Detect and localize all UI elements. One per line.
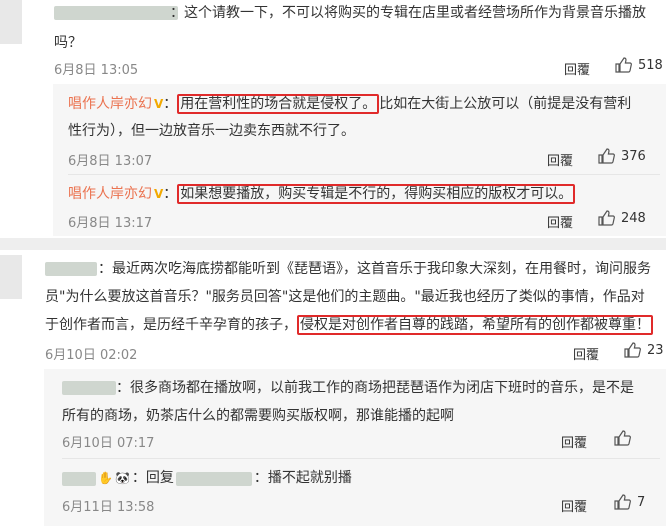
reply-text-line2: 性行为），但一边放音乐一边卖东西就不行了。: [68, 123, 355, 139]
like-count: 7: [637, 494, 646, 510]
thumbs-up-icon: [624, 342, 641, 358]
reply-button[interactable]: 回覆: [564, 59, 590, 78]
reply-button[interactable]: 回覆: [561, 496, 587, 515]
blurred-username[interactable]: [45, 262, 97, 276]
reply-time: 6月8日 13:07: [68, 154, 153, 169]
thumbs-up-icon: [614, 430, 631, 446]
avatar[interactable]: [0, 0, 22, 44]
comment-time: 6月10日 02:02: [45, 348, 138, 363]
like-count: 23: [647, 342, 664, 358]
reply-prefix: ：回复: [131, 470, 174, 486]
comment-text-line2: 吗？: [54, 35, 82, 51]
comment-text-line2: 员"为什么要放这首音乐？"服务员回答"这是他们的主题曲。"最近我也经历了类似的事…: [45, 289, 645, 305]
blurred-username[interactable]: [62, 471, 96, 486]
comment-text-line3: 于创作者而言，是历经千辛孕育的孩子， 侵权是对创作者自尊的践踏，希望所有的创作都被…: [45, 313, 653, 338]
highlighted-text: 如果想要播放，购买专辑是不行的，得购买相应的版权才可以。: [177, 184, 576, 204]
like-button[interactable]: 518: [615, 57, 663, 73]
comment-text-part: 于创作者而言，是历经千辛孕育的孩子，: [45, 317, 297, 333]
like-count: 376: [621, 148, 646, 164]
divider: [62, 458, 660, 459]
reply-button[interactable]: 回覆: [547, 150, 573, 169]
section-separator: [0, 238, 666, 250]
reply-text: ：很多商场都在播放啊，以前我工作的商场把琵琶语作为闭店下班时的音乐，是不是: [116, 380, 634, 396]
like-button[interactable]: [614, 430, 637, 446]
reply-button[interactable]: 回覆: [561, 432, 587, 451]
reply-time: 6月11日 13:58: [62, 500, 155, 515]
colon: ：: [163, 96, 178, 112]
divider: [68, 174, 660, 175]
reply-text-rest: 比如在大街上公放可以（前提是没有营利: [379, 96, 632, 112]
like-count: 518: [638, 57, 663, 73]
emoji-icon: ✋: [98, 471, 113, 485]
like-button[interactable]: 7: [614, 494, 645, 510]
blurred-username[interactable]: [62, 381, 116, 395]
reply-text: ✋ 🐼 ：回复 ：播不起就别播: [62, 466, 352, 491]
reply-button[interactable]: 回覆: [547, 212, 573, 231]
verified-badge-icon: V: [154, 97, 164, 111]
reply-suffix: ：播不起就别播: [253, 470, 352, 486]
reply-text-line2: 所有的商场，奶茶店什么的都需要购买版权啊，那谁能播的起啊: [62, 408, 454, 424]
reply-button[interactable]: 回覆: [573, 344, 599, 363]
comment-time: 6月8日 13:05: [54, 63, 139, 78]
author-name[interactable]: 唱作人岸亦幻: [68, 186, 152, 202]
colon: ：: [163, 186, 178, 202]
panda-emoji-icon: 🐼: [114, 471, 130, 485]
thumbs-up-icon: [598, 210, 615, 226]
blurred-username[interactable]: [175, 471, 252, 486]
thumbs-up-icon: [615, 57, 632, 73]
like-button[interactable]: 248: [598, 210, 646, 226]
reply-time: 6月10日 07:17: [62, 436, 155, 451]
reply-text: 唱作人岸亦幻 V： 如果想要播放，购买专辑是不行的，得购买相应的版权才可以。: [68, 182, 576, 207]
like-button[interactable]: 23: [624, 342, 664, 358]
like-button[interactable]: 376: [598, 148, 646, 164]
highlighted-text: 侵权是对创作者自尊的践踏，希望所有的创作都被尊重！: [297, 315, 653, 335]
reply-text: 唱作人岸亦幻 V： 用在营利性的场合就是侵权了。 比如在大街上公放可以（前提是没有营利: [68, 92, 631, 117]
comment-text: ：这个请教一下，不可以将购买的专辑在店里或者经营场所作为背景音乐播放: [170, 5, 646, 21]
comment-text: ：最近两次吃海底捞都能听到《琵琶语》，这首音乐于我印象大深刻，在用餐时，询问服务: [98, 261, 651, 277]
blurred-username[interactable]: [54, 6, 178, 20]
author-name[interactable]: 唱作人岸亦幻: [68, 96, 152, 112]
like-count: 248: [621, 210, 646, 226]
reply-time: 6月8日 13:17: [68, 216, 153, 231]
thumbs-up-icon: [614, 494, 631, 510]
avatar[interactable]: [0, 255, 22, 299]
thumbs-up-icon: [598, 148, 615, 164]
highlighted-text: 用在营利性的场合就是侵权了。: [177, 94, 380, 114]
verified-badge-icon: V: [154, 187, 164, 201]
